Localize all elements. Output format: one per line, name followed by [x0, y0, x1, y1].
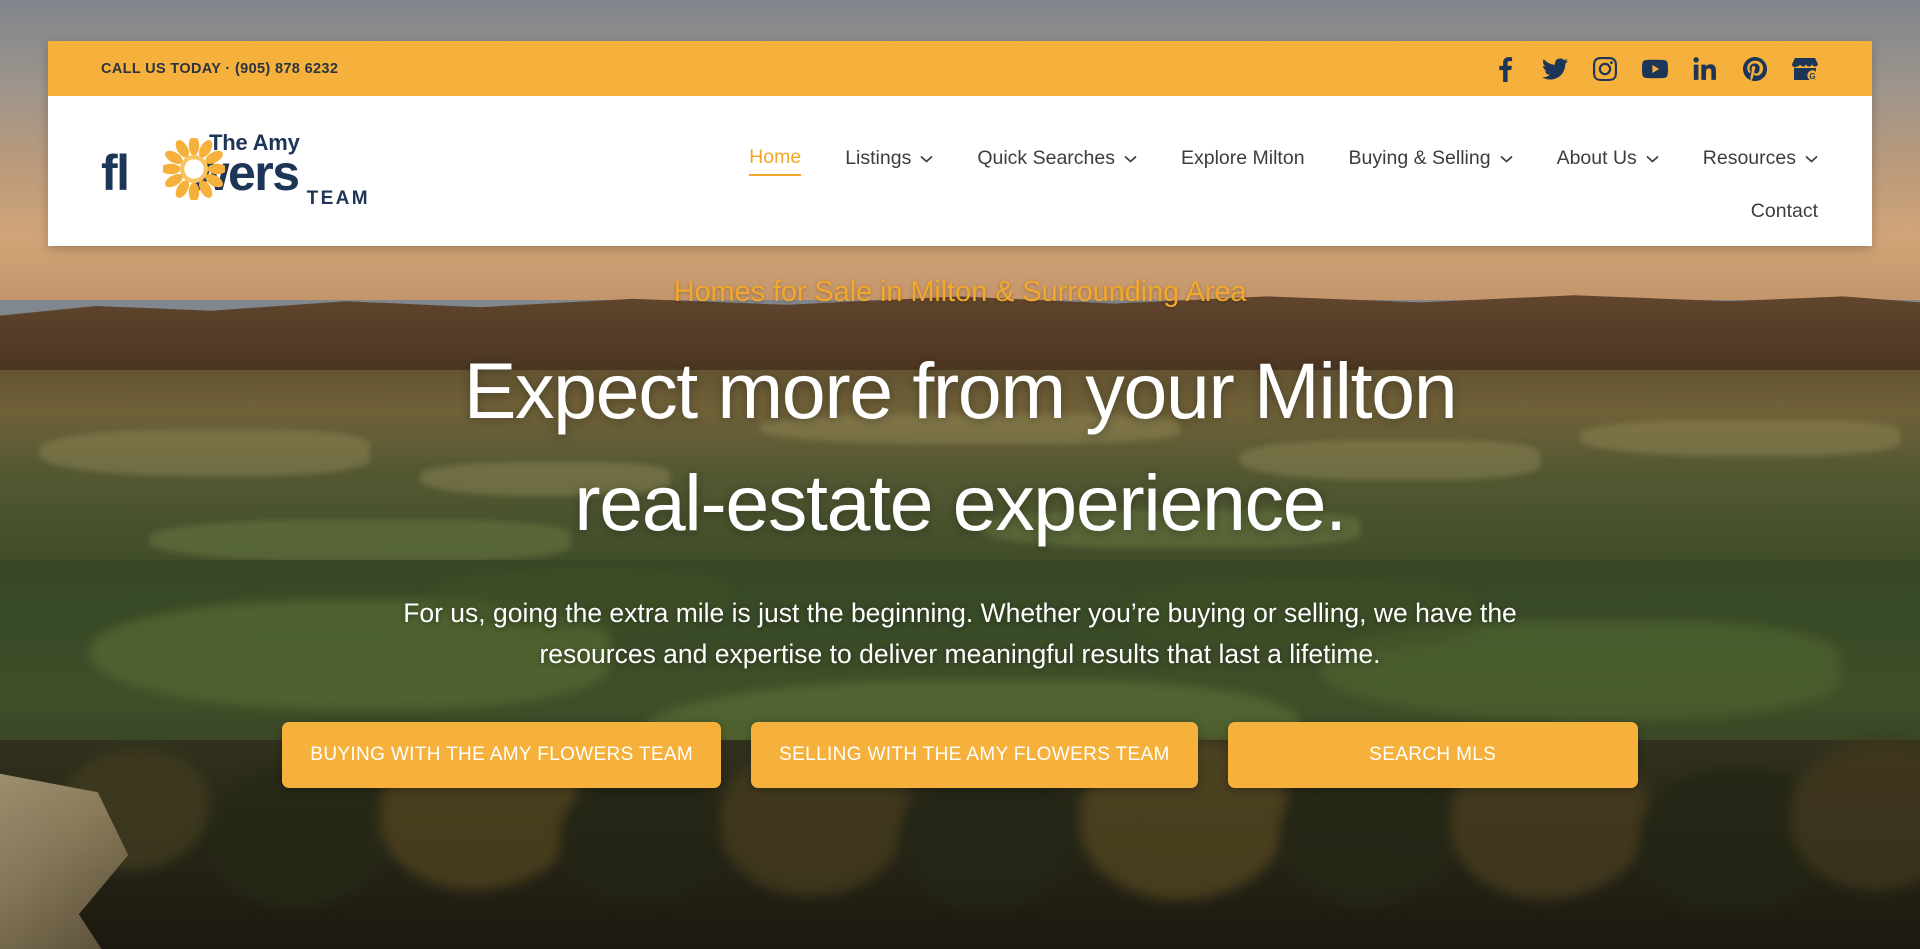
nav-label-listings: Listings [845, 147, 912, 169]
hero-headline-line2: real-estate experience. [574, 458, 1347, 548]
chevron-down-icon [1646, 155, 1659, 163]
call-us-today-text[interactable]: CALL US TODAY · (905) 878 6232 [101, 61, 338, 77]
nav-label-home: Home [749, 146, 802, 168]
nav-item-listings[interactable]: Listings [845, 147, 933, 175]
linkedin-icon[interactable] [1692, 56, 1718, 82]
twitter-icon[interactable] [1542, 56, 1568, 82]
hero-headline: Expect more from your Milton real-estate… [260, 335, 1660, 559]
nav-item-contact[interactable]: Contact [1751, 200, 1818, 228]
nav-item-home[interactable]: Home [749, 146, 802, 176]
nav-item-explore-milton[interactable]: Explore Milton [1181, 147, 1305, 175]
nav-item-about-us[interactable]: About Us [1557, 147, 1659, 175]
primary-navigation: Home Listings Quick Searches Explore Mil… [367, 118, 1818, 228]
youtube-icon[interactable] [1642, 56, 1668, 82]
page-root: CALL US TODAY · (905) 878 6232 G The Amy… [0, 0, 1920, 949]
instagram-icon[interactable] [1592, 56, 1618, 82]
nav-item-quick-searches[interactable]: Quick Searches [977, 147, 1137, 175]
nav-item-resources[interactable]: Resources [1703, 147, 1818, 175]
utility-topbar: CALL US TODAY · (905) 878 6232 G [48, 41, 1872, 96]
logo-fl-text: fl [101, 145, 130, 201]
social-links: G [1492, 56, 1818, 82]
hero-headline-line1: Expect more from your Milton [463, 346, 1458, 435]
chevron-down-icon [1124, 155, 1137, 163]
selling-cta-button[interactable]: SELLING WITH THE AMY FLOWERS TEAM [751, 721, 1198, 788]
google-business-icon[interactable]: G [1792, 56, 1818, 82]
buying-cta-button[interactable]: BUYING WITH THE AMY FLOWERS TEAM [282, 721, 722, 788]
nav-label-contact: Contact [1750, 200, 1818, 222]
main-navbar: The Amy fl wers TEAM Home Listings Quick… [48, 96, 1872, 246]
site-logo[interactable]: The Amy fl wers TEAM [101, 130, 368, 209]
svg-text:G: G [1809, 72, 1815, 81]
hero-subcopy: For us, going the extra mile is just the… [403, 598, 1517, 669]
hero-content: Homes for Sale in Milton & Surrounding A… [0, 276, 1920, 788]
nav-item-buying-and-selling[interactable]: Buying & Selling [1349, 147, 1513, 175]
chevron-down-icon [920, 155, 933, 163]
facebook-icon[interactable] [1492, 56, 1518, 82]
nav-label-resources: Resources [1702, 147, 1796, 169]
site-header: CALL US TODAY · (905) 878 6232 G The Amy… [48, 41, 1872, 246]
nav-label-explore-milton: Explore Milton [1180, 147, 1305, 169]
logo-team-text: TEAM [306, 188, 370, 209]
chevron-down-icon [1499, 155, 1513, 163]
chevron-down-icon [1805, 155, 1818, 163]
pinterest-icon[interactable] [1742, 56, 1768, 82]
nav-label-about-us: About Us [1556, 147, 1637, 169]
nav-label-buying-and-selling: Buying & Selling [1348, 147, 1491, 169]
search-mls-button[interactable]: SEARCH MLS [1227, 721, 1638, 788]
hero-eyebrow: Homes for Sale in Milton & Surrounding A… [673, 276, 1247, 308]
sunflower-icon [163, 138, 225, 200]
nav-label-quick-searches: Quick Searches [977, 147, 1115, 169]
hero-cta-row: BUYING WITH THE AMY FLOWERS TEAM SELLING… [120, 721, 1800, 788]
